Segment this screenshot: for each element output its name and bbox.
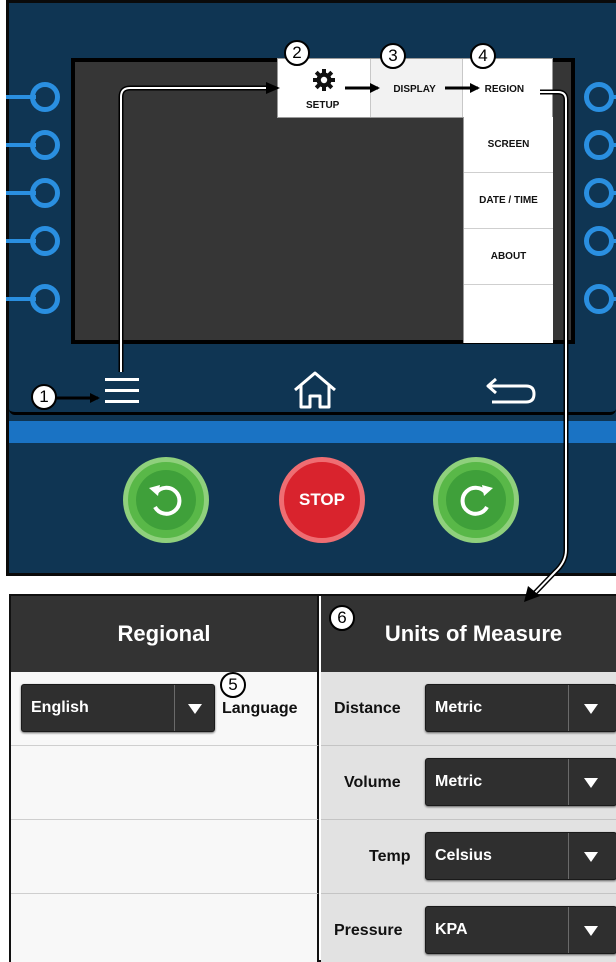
chevron-down-icon bbox=[584, 926, 598, 936]
distance-dropdown[interactable]: Metric bbox=[425, 684, 616, 732]
table-row: Volume Metric bbox=[11, 746, 616, 820]
volume-dropdown[interactable]: Metric bbox=[425, 758, 616, 806]
display-label: DISPLAY bbox=[393, 84, 436, 95]
temp-value: Celsius bbox=[435, 847, 492, 864]
callout-2: 2 bbox=[284, 40, 310, 66]
units-of-measure-header: Units of Measure bbox=[321, 596, 616, 672]
stop-label: STOP bbox=[299, 490, 345, 509]
callout-6: 6 bbox=[329, 605, 355, 631]
distance-label: Distance bbox=[334, 700, 401, 717]
left-soft-key-3[interactable] bbox=[6, 178, 66, 208]
right-soft-key-4[interactable] bbox=[584, 226, 616, 256]
chevron-down-icon bbox=[188, 704, 202, 714]
volume-label: Volume bbox=[344, 774, 401, 791]
pressure-label: Pressure bbox=[334, 922, 403, 939]
hamburger-icon[interactable] bbox=[103, 376, 141, 406]
chevron-down-icon bbox=[584, 704, 598, 714]
submenu-item-about[interactable]: ABOUT bbox=[464, 229, 553, 285]
pressure-dropdown[interactable]: KPA bbox=[425, 906, 616, 954]
regional-header: Regional bbox=[11, 596, 319, 672]
right-soft-key-5[interactable] bbox=[584, 284, 616, 314]
submenu-item-screen[interactable]: SCREEN bbox=[464, 117, 553, 173]
language-cell: English Language bbox=[11, 672, 319, 746]
chevron-down-icon bbox=[584, 778, 598, 788]
right-soft-key-3[interactable] bbox=[584, 178, 616, 208]
empty-cell bbox=[11, 820, 319, 894]
table-row: Temp Celsius bbox=[11, 820, 616, 894]
pressure-cell: Pressure KPA bbox=[321, 894, 616, 962]
pressure-value: KPA bbox=[435, 921, 468, 938]
menu-item-setup[interactable]: SETUP bbox=[278, 59, 372, 117]
dropdown-divider bbox=[174, 685, 175, 731]
dropdown-divider bbox=[568, 685, 569, 731]
region-label: REGION bbox=[484, 84, 525, 95]
region-submenu: SCREEN DATE / TIME ABOUT bbox=[463, 117, 553, 343]
left-soft-key-2[interactable] bbox=[6, 130, 66, 160]
volume-value: Metric bbox=[435, 773, 483, 790]
regional-settings-table: Regional Units of Measure English Langua… bbox=[9, 594, 616, 962]
dropdown-divider bbox=[568, 759, 569, 805]
instruction-figure: SETUP DISPLAY REGION SCREEN DATE / TIME … bbox=[0, 0, 616, 962]
accent-stripe bbox=[9, 421, 616, 443]
callout-1: 1 bbox=[31, 384, 57, 410]
temp-cell: Temp Celsius bbox=[321, 820, 616, 894]
left-soft-key-1[interactable] bbox=[6, 82, 66, 112]
menu-item-region[interactable]: REGION bbox=[462, 59, 552, 117]
reverse-button[interactable] bbox=[123, 457, 209, 543]
dropdown-divider bbox=[568, 907, 569, 953]
left-soft-key-4[interactable] bbox=[6, 226, 66, 256]
chevron-down-icon bbox=[584, 852, 598, 862]
menu-item-display[interactable]: DISPLAY bbox=[371, 59, 463, 117]
setup-label: SETUP bbox=[306, 100, 340, 111]
return-arrow-icon[interactable] bbox=[484, 374, 538, 408]
language-label: Language bbox=[222, 700, 298, 717]
distance-cell: Distance Metric bbox=[321, 672, 616, 746]
callout-3: 3 bbox=[380, 43, 406, 69]
left-soft-key-5[interactable] bbox=[6, 284, 66, 314]
temp-label: Temp bbox=[369, 848, 411, 865]
language-dropdown[interactable]: English bbox=[21, 684, 215, 732]
counterclockwise-arrow-icon bbox=[149, 485, 182, 516]
volume-cell: Volume Metric bbox=[321, 746, 616, 820]
distance-value: Metric bbox=[435, 699, 483, 716]
home-icon[interactable] bbox=[292, 370, 338, 410]
stop-button[interactable]: STOP bbox=[279, 457, 365, 543]
setup-menu-bar: SETUP DISPLAY REGION bbox=[277, 58, 553, 118]
submenu-item-date-time[interactable]: DATE / TIME bbox=[464, 173, 553, 229]
forward-button[interactable] bbox=[433, 457, 519, 543]
temp-dropdown[interactable]: Celsius bbox=[425, 832, 616, 880]
empty-cell bbox=[11, 894, 319, 962]
table-row: Pressure KPA bbox=[11, 894, 616, 962]
table-row: English Language Distance Metric bbox=[11, 672, 616, 746]
callout-5: 5 bbox=[220, 672, 246, 698]
right-soft-key-1[interactable] bbox=[584, 82, 616, 112]
empty-cell bbox=[11, 746, 319, 820]
clockwise-arrow-icon bbox=[460, 485, 493, 516]
dropdown-divider bbox=[568, 833, 569, 879]
right-soft-key-2[interactable] bbox=[584, 130, 616, 160]
language-value: English bbox=[31, 699, 89, 716]
callout-4: 4 bbox=[470, 43, 496, 69]
gear-icon bbox=[313, 69, 335, 91]
